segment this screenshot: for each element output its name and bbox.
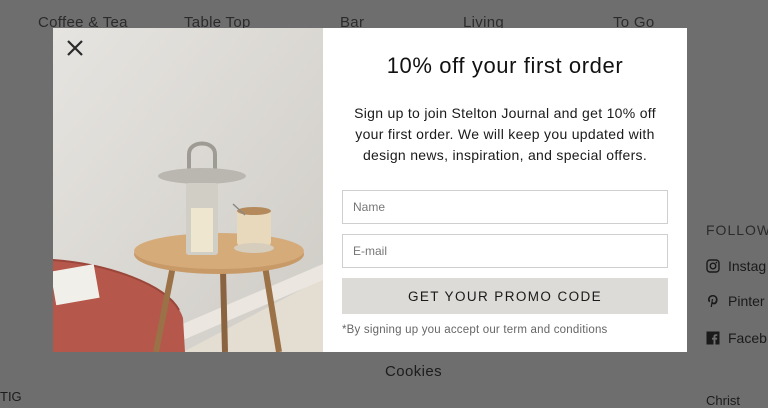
get-promo-code-button[interactable]: GET YOUR PROMO CODE — [342, 278, 668, 314]
background-text-fragment-left: TIG — [0, 389, 22, 404]
signup-panel: 10% off your first order Sign up to join… — [323, 28, 687, 352]
name-input[interactable] — [342, 190, 668, 224]
cookies-link[interactable]: Cookies — [385, 363, 442, 380]
modal-description: Sign up to join Stelton Journal and get … — [354, 105, 656, 163]
facebook-icon — [706, 331, 720, 345]
social-pinterest-label: Pinter — [728, 293, 765, 309]
social-instagram-link[interactable]: Instag — [706, 258, 766, 274]
social-facebook-link[interactable]: Faceb — [706, 330, 767, 346]
pinterest-icon — [708, 295, 718, 307]
email-input[interactable] — [342, 234, 668, 268]
newsletter-modal: 10% off your first order Sign up to join… — [53, 28, 687, 352]
terms-notice[interactable]: *By signing up you accept our term and c… — [342, 324, 668, 336]
social-facebook-label: Faceb — [728, 330, 767, 346]
social-pinterest-link[interactable]: Pinter — [706, 293, 765, 309]
lamp-table-illustration — [53, 28, 323, 352]
close-icon[interactable] — [65, 38, 85, 58]
modal-product-photo — [53, 28, 323, 352]
modal-title: 10% off your first order — [386, 53, 624, 78]
follow-heading: FOLLOW — [706, 222, 768, 238]
social-instagram-label: Instag — [728, 258, 767, 274]
instagram-icon — [706, 259, 720, 273]
